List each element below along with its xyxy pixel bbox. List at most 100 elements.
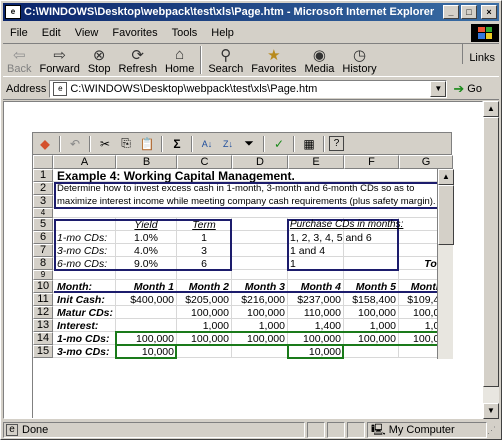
row-header[interactable]: 10	[33, 280, 53, 293]
3mo-cds-label[interactable]: 3-mo CDs:	[57, 346, 110, 358]
init-cash-label[interactable]: Init Cash:	[57, 294, 105, 306]
menu-edit[interactable]: Edit	[35, 27, 68, 39]
scroll-thumb[interactable]	[483, 117, 499, 387]
sort-descending-icon[interactable]: Z↓	[218, 135, 238, 153]
menu-tools[interactable]: Tools	[165, 27, 205, 39]
scroll-down-button[interactable]: ▼	[483, 403, 499, 419]
row-header[interactable]: 5	[33, 218, 53, 231]
row-header[interactable]: 12	[33, 306, 53, 319]
matur-value[interactable]: 110,000	[288, 307, 341, 319]
matur-value[interactable]: 100,000	[232, 307, 285, 319]
row-header[interactable]: 14	[33, 332, 53, 345]
cut-icon[interactable]: ✂	[95, 135, 115, 153]
home-button[interactable]: ⌂ Home	[161, 44, 198, 75]
menu-file[interactable]: File	[3, 27, 35, 39]
3mo-cds-value[interactable]: 10,000	[288, 346, 341, 358]
history-button[interactable]: ◷ History	[338, 44, 380, 76]
row-header[interactable]: 1	[33, 169, 53, 182]
matur-value[interactable]: 100,000	[177, 307, 229, 319]
interest-label[interactable]: Interest:	[57, 320, 98, 332]
matur-value[interactable]: 100,000	[344, 307, 396, 319]
refresh-button[interactable]: ⟳ Refresh	[114, 44, 161, 76]
cd1-yield[interactable]: 1.0%	[116, 232, 176, 244]
resize-grip[interactable]: ⋰	[487, 422, 499, 438]
init-cash-value[interactable]: $400,000	[116, 294, 174, 306]
forward-button[interactable]: ⇨ Forward	[35, 44, 83, 76]
purchase-3mo[interactable]: 1 and 4	[290, 245, 325, 257]
address-dropdown-arrow[interactable]: ▼	[430, 80, 447, 97]
row-header[interactable]: 6	[33, 231, 53, 244]
row-header[interactable]: 3	[33, 195, 53, 208]
sheet-scroll-thumb[interactable]	[438, 185, 454, 245]
purchase-6mo[interactable]: 1	[290, 258, 296, 270]
links-button[interactable]: Links	[462, 44, 499, 64]
column-header-a[interactable]: A	[53, 155, 116, 169]
favorites-button[interactable]: ★ Favorites	[247, 44, 300, 76]
paste-icon[interactable]: 📋	[137, 135, 157, 153]
row-header[interactable]: 2	[33, 182, 53, 195]
description-line-1[interactable]: Determine how to invest excess cash in 1…	[57, 183, 414, 195]
menu-favorites[interactable]: Favorites	[105, 27, 164, 39]
row-header[interactable]: 13	[33, 319, 53, 332]
go-button[interactable]: ➔ Go	[453, 81, 482, 97]
init-cash-value[interactable]: $216,000	[232, 294, 285, 306]
yield-header[interactable]: Yield	[116, 219, 176, 231]
term-header[interactable]: Term	[177, 219, 231, 231]
1mo-cds-value[interactable]: 100,000	[177, 333, 229, 345]
close-button[interactable]: ×	[481, 5, 497, 19]
column-header-d[interactable]: D	[232, 155, 288, 169]
purchase-1mo[interactable]: 1, 2, 3, 4, 5 and 6	[290, 232, 372, 244]
column-header-g[interactable]: G	[399, 155, 453, 169]
recalculate-icon[interactable]: ✓	[269, 135, 289, 153]
init-cash-value[interactable]: $237,000	[288, 294, 341, 306]
row-header[interactable]: 15	[33, 345, 53, 358]
1mo-cds-label[interactable]: 1-mo CDs:	[57, 333, 110, 345]
description-line-2[interactable]: maximize interest income while meeting c…	[57, 196, 436, 208]
stop-button[interactable]: ⊗ Stop	[84, 44, 115, 76]
cd6-term[interactable]: 6	[177, 258, 231, 270]
cd6-yield[interactable]: 9.0%	[116, 258, 176, 270]
menu-view[interactable]: View	[68, 27, 106, 39]
corner-header[interactable]	[33, 155, 53, 169]
column-header-b[interactable]: B	[116, 155, 177, 169]
maximize-button[interactable]: □	[461, 5, 477, 19]
cd3-term[interactable]: 3	[177, 245, 231, 257]
column-header-c[interactable]: C	[177, 155, 232, 169]
1mo-cds-value[interactable]: 100,000	[344, 333, 396, 345]
sheet-scroll-up-button[interactable]: ▲	[438, 169, 454, 185]
cd6-label[interactable]: 6-mo CDs:	[57, 258, 107, 270]
row-header[interactable]: 7	[33, 244, 53, 257]
row-header[interactable]: 8	[33, 257, 53, 270]
back-button[interactable]: ⇦ Back	[3, 44, 35, 76]
scroll-up-button[interactable]: ▲	[483, 101, 499, 117]
row-header[interactable]: 4	[33, 208, 53, 218]
menu-help[interactable]: Help	[204, 27, 241, 39]
office-logo-icon[interactable]: ◆	[35, 135, 55, 153]
undo-icon[interactable]: ↶	[65, 135, 85, 153]
row-header[interactable]: 9	[33, 270, 53, 280]
export-icon[interactable]: ▦	[299, 135, 319, 153]
3mo-cds-value[interactable]: 10,000	[116, 346, 174, 358]
cd1-term[interactable]: 1	[177, 232, 231, 244]
autosum-icon[interactable]: Σ	[167, 135, 187, 153]
help-icon[interactable]: ?	[329, 136, 344, 151]
sheet-vertical-scrollbar[interactable]: ▲	[437, 169, 454, 359]
init-cash-value[interactable]: $205,000	[177, 294, 229, 306]
cd1-label[interactable]: 1-mo CDs:	[57, 232, 107, 244]
matur-cds-label[interactable]: Matur CDs:	[57, 307, 113, 319]
cd3-label[interactable]: 3-mo CDs:	[57, 245, 107, 257]
search-button[interactable]: ⚲ Search	[204, 44, 247, 76]
spreadsheet-grid[interactable]: A B C D E F G 1 2 3 4 5 6 7 8 9 10 11 12	[33, 155, 454, 418]
1mo-cds-value[interactable]: 100,000	[232, 333, 285, 345]
minimize-button[interactable]: _	[443, 5, 459, 19]
column-header-f[interactable]: F	[344, 155, 399, 169]
address-input[interactable]: e C:\WINDOWS\Desktop\webpack\test\xls\Pa…	[49, 79, 448, 98]
media-button[interactable]: ◉ Media	[300, 44, 338, 76]
autofilter-icon[interactable]: ⏷	[239, 135, 259, 153]
sort-ascending-icon[interactable]: A↓	[197, 135, 217, 153]
row-header[interactable]: 11	[33, 293, 53, 306]
page-vertical-scrollbar[interactable]: ▲ ▼	[483, 101, 499, 419]
cd3-yield[interactable]: 4.0%	[116, 245, 176, 257]
copy-icon[interactable]: ⎘	[116, 135, 136, 153]
init-cash-value[interactable]: $158,400	[344, 294, 396, 306]
